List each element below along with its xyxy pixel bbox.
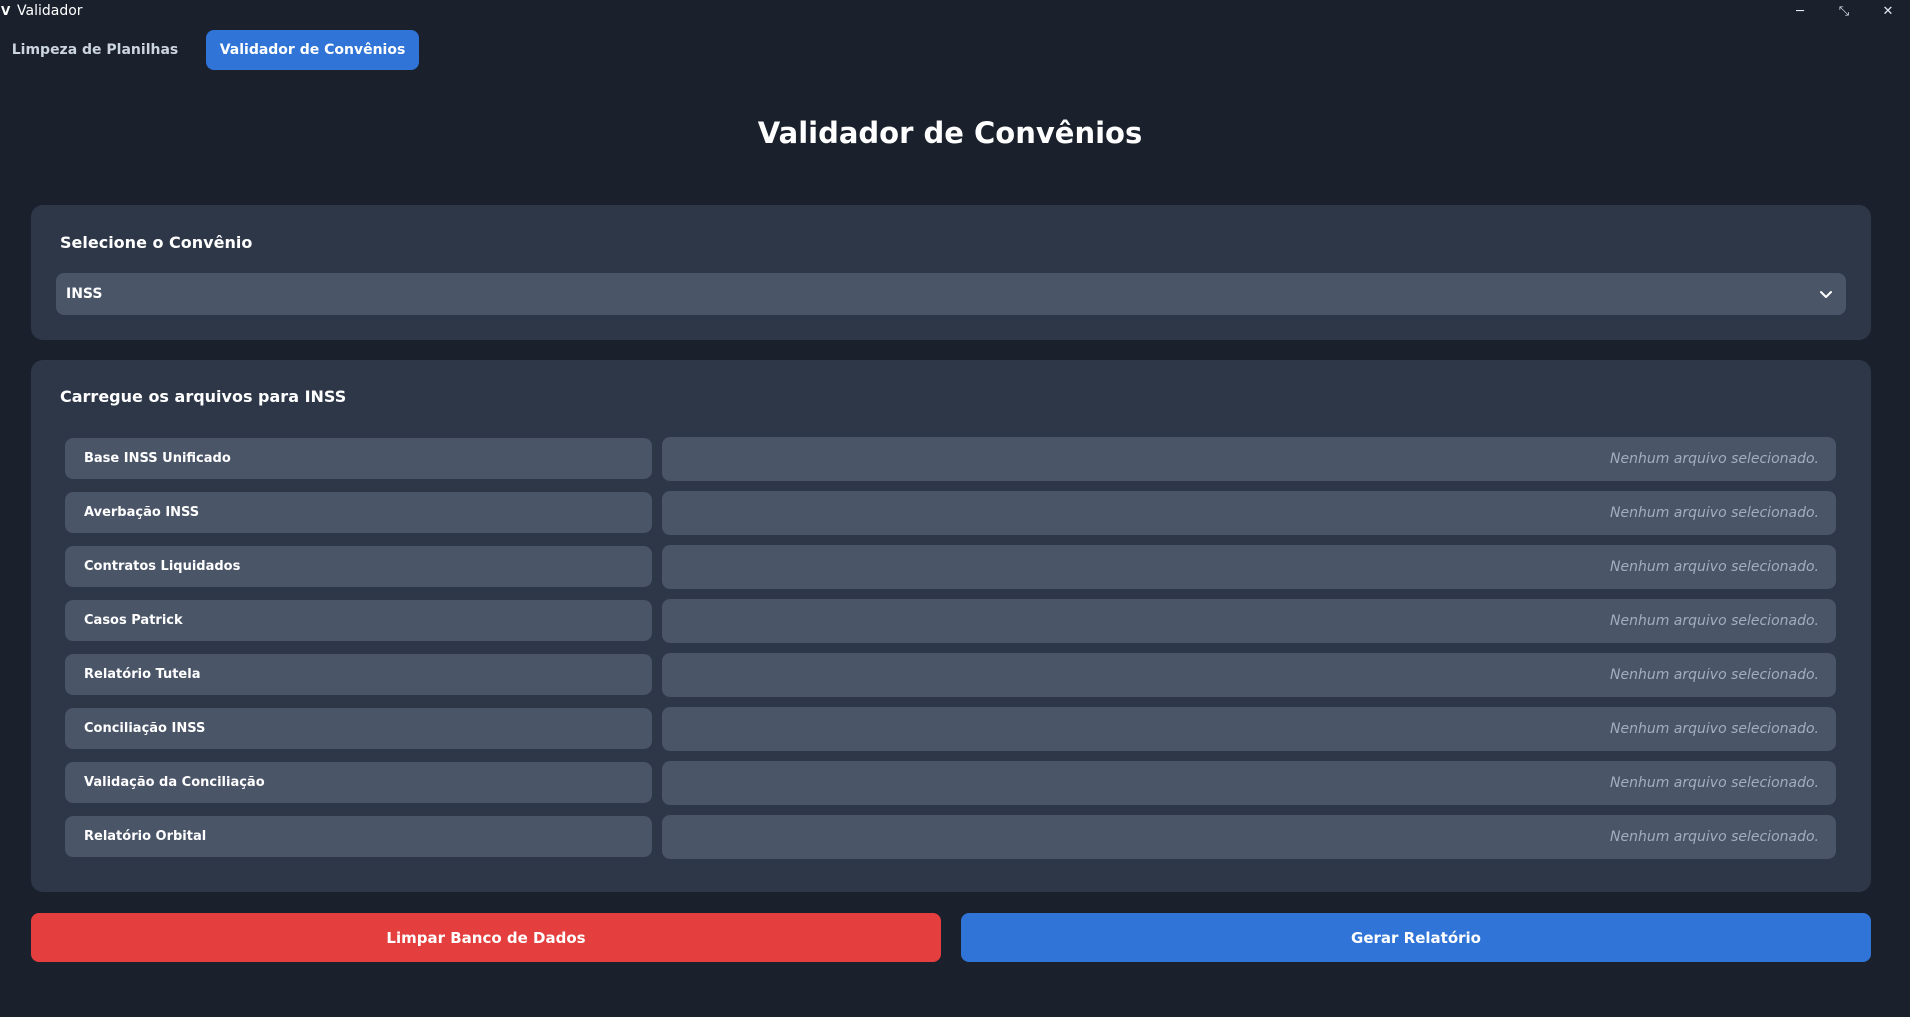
window-title: Validador: [17, 3, 83, 19]
select-value: INSS: [66, 286, 103, 302]
file-row: Casos Patrick Nenhum arquivo selecionado…: [65, 599, 1839, 643]
tab-validador-de-convenios[interactable]: Validador de Convênios: [206, 30, 419, 70]
file-label: Validação da Conciliação: [65, 762, 652, 803]
tab-limpeza-de-planilhas[interactable]: Limpeza de Planilhas: [0, 30, 190, 70]
file-label: Relatório Orbital: [65, 816, 652, 857]
file-rows: Base INSS Unificado Nenhum arquivo selec…: [65, 437, 1839, 869]
file-row: Averbação INSS Nenhum arquivo selecionad…: [65, 491, 1839, 535]
file-input[interactable]: Nenhum arquivo selecionado.: [662, 491, 1836, 535]
title-bar: V Validador ─ ⤡ ✕: [0, 0, 1910, 22]
chevron-down-icon: [1820, 291, 1832, 298]
clear-database-button[interactable]: Limpar Banco de Dados: [31, 913, 941, 962]
minimize-icon[interactable]: ─: [1778, 0, 1822, 22]
page-title: Validador de Convênios: [757, 116, 1143, 150]
convenio-select[interactable]: INSS: [56, 273, 1846, 315]
tab-bar: Limpeza de Planilhas Validador de Convên…: [0, 30, 419, 70]
file-input[interactable]: Nenhum arquivo selecionado.: [662, 599, 1836, 643]
window-controls: ─ ⤡ ✕: [1778, 0, 1910, 22]
app-icon: V: [1, 4, 11, 18]
file-upload-card: Carregue os arquivos para INSS Base INSS…: [31, 360, 1871, 892]
generate-report-button[interactable]: Gerar Relatório: [961, 913, 1871, 962]
file-label: Casos Patrick: [65, 600, 652, 641]
file-input[interactable]: Nenhum arquivo selecionado.: [662, 707, 1836, 751]
file-label: Conciliação INSS: [65, 708, 652, 749]
file-label: Contratos Liquidados: [65, 546, 652, 587]
file-label: Base INSS Unificado: [65, 438, 652, 479]
file-row: Base INSS Unificado Nenhum arquivo selec…: [65, 437, 1839, 481]
file-label: Averbação INSS: [65, 492, 652, 533]
file-input[interactable]: Nenhum arquivo selecionado.: [662, 653, 1836, 697]
file-input[interactable]: Nenhum arquivo selecionado.: [662, 815, 1836, 859]
file-row: Contratos Liquidados Nenhum arquivo sele…: [65, 545, 1839, 589]
file-label: Relatório Tutela: [65, 654, 652, 695]
file-row: Validação da Conciliação Nenhum arquivo …: [65, 761, 1839, 805]
file-input[interactable]: Nenhum arquivo selecionado.: [662, 545, 1836, 589]
files-section-title: Carregue os arquivos para INSS: [60, 387, 347, 406]
file-input[interactable]: Nenhum arquivo selecionado.: [662, 761, 1836, 805]
file-row: Relatório Tutela Nenhum arquivo selecion…: [65, 653, 1839, 697]
restore-icon[interactable]: ⤡: [1822, 0, 1866, 22]
convenio-select-card: Selecione o Convênio INSS: [31, 205, 1871, 340]
file-input[interactable]: Nenhum arquivo selecionado.: [662, 437, 1836, 481]
close-icon[interactable]: ✕: [1866, 0, 1910, 22]
select-section-title: Selecione o Convênio: [60, 233, 253, 252]
file-row: Relatório Orbital Nenhum arquivo selecio…: [65, 815, 1839, 859]
file-row: Conciliação INSS Nenhum arquivo selecion…: [65, 707, 1839, 751]
